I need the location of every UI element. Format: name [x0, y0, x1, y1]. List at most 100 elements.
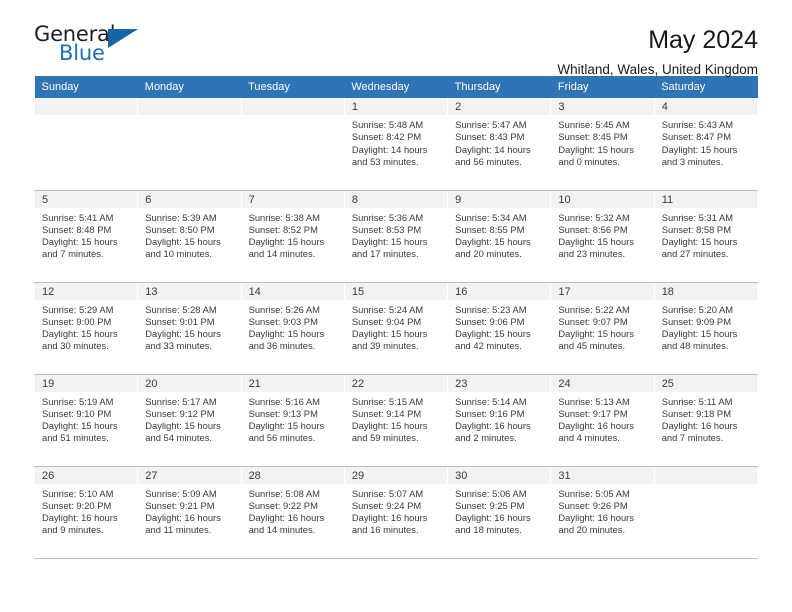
daylight-text: and 56 minutes.	[455, 155, 522, 167]
daylight-text: and 2 minutes.	[455, 432, 517, 444]
calendar-day-cell[interactable]: 20 Sunrise: 5:17 AM Sunset: 9:12 PM Dayligh…	[137, 374, 242, 467]
calendar-day-cell[interactable]: 2 Sunrise: 5:47 AM Sunset: 8:43 PM Daylight…	[447, 98, 552, 191]
calendar-week-row: 12 Sunrise: 5:29 AM Sunset: 9:00 PM Dayligh…	[33, 282, 759, 375]
calendar-day-cell[interactable]: 22 Sunrise: 5:15 AM Sunset: 9:14 PM Dayligh…	[343, 374, 449, 467]
calendar-day-cell[interactable]: 21 Sunrise: 5:16 AM Sunset: 9:13 PM Dayligh…	[240, 374, 345, 467]
sunrise-text: Sunrise: 5:24 AM	[351, 303, 424, 315]
day-number: 27	[138, 466, 241, 484]
day-number: 17	[551, 282, 654, 300]
daylight-text: Daylight: 16 hours	[145, 512, 221, 524]
sunset-text: Sunset: 9:17 PM	[558, 407, 628, 419]
calendar-day-cell[interactable]: 6 Sunrise: 5:39 AM Sunset: 8:50 PM Daylight…	[137, 190, 242, 283]
daylight-text: Daylight: 15 hours	[455, 328, 531, 340]
sunrise-text: Sunrise: 5:47 AM	[455, 119, 527, 130]
sunrise-text: Sunrise: 5:14 AM	[455, 395, 527, 407]
day-details: Sunrise: 5:38 AM Sunset: 8:52 PM Daylight:…	[242, 208, 344, 261]
day-details: Sunrise: 5:15 AM Sunset: 9:14 PM Daylight:…	[345, 392, 447, 445]
daylight-text: and 11 minutes.	[145, 524, 212, 536]
calendar-week-row: 5 Sunrise: 5:41 AM Sunset: 8:48 PM Daylight…	[33, 190, 759, 283]
general-blue-logo[interactable]: General Blue	[34, 24, 144, 70]
daylight-text: and 30 minutes.	[42, 340, 109, 352]
calendar-day-cell[interactable]: 24 Sunrise: 5:13 AM Sunset: 9:17 PM Dayligh…	[550, 374, 655, 467]
sunrise-text: Sunrise: 5:08 AM	[248, 487, 320, 499]
day-number: 14	[241, 282, 344, 300]
daylight-text: and 48 minutes.	[661, 340, 729, 352]
calendar-day-cell[interactable]: 29 Sunrise: 5:07 AM Sunset: 9:24 PM Dayligh…	[343, 466, 449, 559]
daylight-text: and 23 minutes.	[558, 248, 626, 260]
calendar-day-cell[interactable]: 27 Sunrise: 5:09 AM Sunset: 9:21 PM Dayligh…	[137, 466, 242, 559]
day-details: Sunrise: 5:39 AM Sunset: 8:50 PM Daylight:…	[138, 208, 240, 261]
daylight-text: and 9 minutes.	[42, 524, 104, 536]
page-header: General Blue May 2024 Whitland, Wales, U…	[34, 0, 758, 77]
calendar-day-cell[interactable]: 26 Sunrise: 5:10 AM Sunset: 9:20 PM Dayligh…	[33, 466, 139, 559]
day-details: Sunrise: 5:41 AM Sunset: 8:48 PM Daylight:…	[35, 208, 137, 261]
day-details: Sunrise: 5:43 AM Sunset: 8:47 PM Daylight:…	[655, 115, 757, 168]
sunrise-text: Sunrise: 5:23 AM	[455, 303, 527, 315]
calendar-day-cell[interactable]: 13 Sunrise: 5:28 AM Sunset: 9:01 PM Dayligh…	[137, 282, 242, 375]
calendar-day-cell[interactable]: 31 Sunrise: 5:05 AM Sunset: 9:26 PM Dayligh…	[550, 466, 655, 559]
calendar-header-row: Sunday Monday Tuesday Wednesday Thursday Frid…	[34, 76, 758, 98]
day-details: Sunrise: 5:13 AM Sunset: 9:17 PM Daylight:…	[551, 392, 653, 445]
daylight-text: Daylight: 16 hours	[248, 512, 325, 524]
day-details: Sunrise: 5:11 AM Sunset: 9:18 PM Daylight:…	[655, 392, 757, 445]
calendar-day-cell[interactable]: 1 Sunrise: 5:48 AM Sunset: 8:42 PM Daylight…	[343, 98, 449, 191]
calendar-day-cell[interactable]: 17 Sunrise: 5:22 AM Sunset: 9:07 PM Dayligh…	[550, 282, 655, 375]
calendar-day-cell[interactable]: 30 Sunrise: 5:06 AM Sunset: 9:25 PM Dayligh…	[447, 466, 552, 559]
day-details: Sunrise: 5:05 AM Sunset: 9:26 PM Daylight:…	[551, 484, 653, 537]
daylight-text: and 14 minutes.	[248, 248, 316, 260]
daylight-text: and 27 minutes.	[661, 248, 729, 260]
day-details: Sunrise: 5:10 AM Sunset: 9:20 PM Daylight:…	[35, 484, 137, 537]
daylight-text: and 36 minutes.	[248, 340, 316, 352]
calendar-day-cell[interactable]: 18 Sunrise: 5:20 AM Sunset: 9:09 PM Dayligh…	[653, 282, 759, 375]
calendar-day-cell[interactable]: 9 Sunrise: 5:34 AM Sunset: 8:55 PM Daylight…	[447, 190, 552, 283]
calendar-day-cell[interactable]: 15 Sunrise: 5:24 AM Sunset: 9:04 PM Dayligh…	[343, 282, 449, 375]
daylight-text: Daylight: 16 hours	[351, 512, 428, 524]
sunrise-text: Sunrise: 5:19 AM	[42, 395, 114, 407]
sunset-text: Sunset: 8:47 PM	[661, 131, 731, 143]
day-details: Sunrise: 5:28 AM Sunset: 9:01 PM Daylight:…	[138, 300, 240, 353]
sunset-text: Sunset: 9:03 PM	[248, 315, 318, 327]
sunrise-text: Sunrise: 5:09 AM	[145, 487, 217, 499]
daylight-text: Daylight: 15 hours	[661, 328, 738, 340]
daylight-text: Daylight: 15 hours	[558, 143, 634, 155]
calendar-day-cell[interactable]: 4 Sunrise: 5:43 AM Sunset: 8:47 PM Daylight…	[653, 98, 759, 191]
daylight-text: and 20 minutes.	[558, 524, 626, 536]
calendar-day-cell[interactable]: 25 Sunrise: 5:11 AM Sunset: 9:18 PM Dayligh…	[653, 374, 759, 467]
sunset-text: Sunset: 9:22 PM	[248, 499, 318, 511]
day-details: Sunrise: 5:34 AM Sunset: 8:55 PM Daylight:…	[448, 208, 550, 261]
day-details: Sunrise: 5:24 AM Sunset: 9:04 PM Daylight:…	[345, 300, 447, 353]
day-number: 28	[241, 466, 344, 484]
page-title: May 2024	[648, 26, 758, 54]
day-number: 20	[138, 374, 241, 392]
sunrise-text: Sunrise: 5:07 AM	[351, 487, 424, 499]
sunrise-text: Sunrise: 5:41 AM	[42, 211, 114, 223]
calendar-day-cell[interactable]: 3 Sunrise: 5:45 AM Sunset: 8:45 PM Daylight…	[550, 98, 655, 191]
sunset-text: Sunset: 9:09 PM	[661, 315, 731, 327]
calendar-week-row: 1 Sunrise: 5:48 AM Sunset: 8:42 PM Daylight…	[33, 98, 759, 191]
day-details: Sunrise: 5:45 AM Sunset: 8:45 PM Daylight:…	[551, 115, 653, 168]
day-number: 24	[551, 374, 654, 392]
daylight-text: Daylight: 15 hours	[661, 143, 738, 155]
sunrise-text: Sunrise: 5:16 AM	[248, 395, 320, 407]
calendar-day-cell[interactable]: 16 Sunrise: 5:23 AM Sunset: 9:06 PM Dayligh…	[447, 282, 552, 375]
title-block: May 2024 Whitland, Wales, United Kingdom	[557, 24, 758, 77]
calendar-day-cell[interactable]: 19 Sunrise: 5:19 AM Sunset: 9:10 PM Dayligh…	[33, 374, 139, 467]
calendar-day-cell[interactable]: 12 Sunrise: 5:29 AM Sunset: 9:00 PM Dayligh…	[33, 282, 139, 375]
calendar-day-cell[interactable]: 14 Sunrise: 5:26 AM Sunset: 9:03 PM Dayligh…	[240, 282, 345, 375]
calendar-cell-empty	[33, 98, 139, 191]
daylight-text: Daylight: 15 hours	[42, 420, 118, 432]
calendar-day-cell[interactable]: 10 Sunrise: 5:32 AM Sunset: 8:56 PM Dayligh…	[550, 190, 655, 283]
calendar-day-cell[interactable]: 23 Sunrise: 5:14 AM Sunset: 9:16 PM Dayligh…	[447, 374, 552, 467]
calendar-day-cell[interactable]: 11 Sunrise: 5:31 AM Sunset: 8:58 PM Dayligh…	[653, 190, 759, 283]
calendar-day-cell[interactable]: 7 Sunrise: 5:38 AM Sunset: 8:52 PM Daylight…	[240, 190, 345, 283]
daylight-text: Daylight: 16 hours	[558, 512, 634, 524]
sunrise-text: Sunrise: 5:22 AM	[558, 303, 630, 315]
calendar-day-cell[interactable]: 5 Sunrise: 5:41 AM Sunset: 8:48 PM Daylight…	[33, 190, 139, 283]
weekday-header-tuesday: Tuesday	[241, 76, 345, 98]
weekday-header-sunday: Sunday	[34, 76, 138, 98]
day-number: 25	[654, 374, 757, 392]
day-details: Sunrise: 5:23 AM Sunset: 9:06 PM Daylight:…	[448, 300, 550, 353]
calendar-day-cell[interactable]: 28 Sunrise: 5:08 AM Sunset: 9:22 PM Dayligh…	[240, 466, 345, 559]
calendar-day-cell[interactable]: 8 Sunrise: 5:36 AM Sunset: 8:53 PM Daylight…	[343, 190, 449, 283]
daylight-text: Daylight: 15 hours	[145, 328, 221, 340]
